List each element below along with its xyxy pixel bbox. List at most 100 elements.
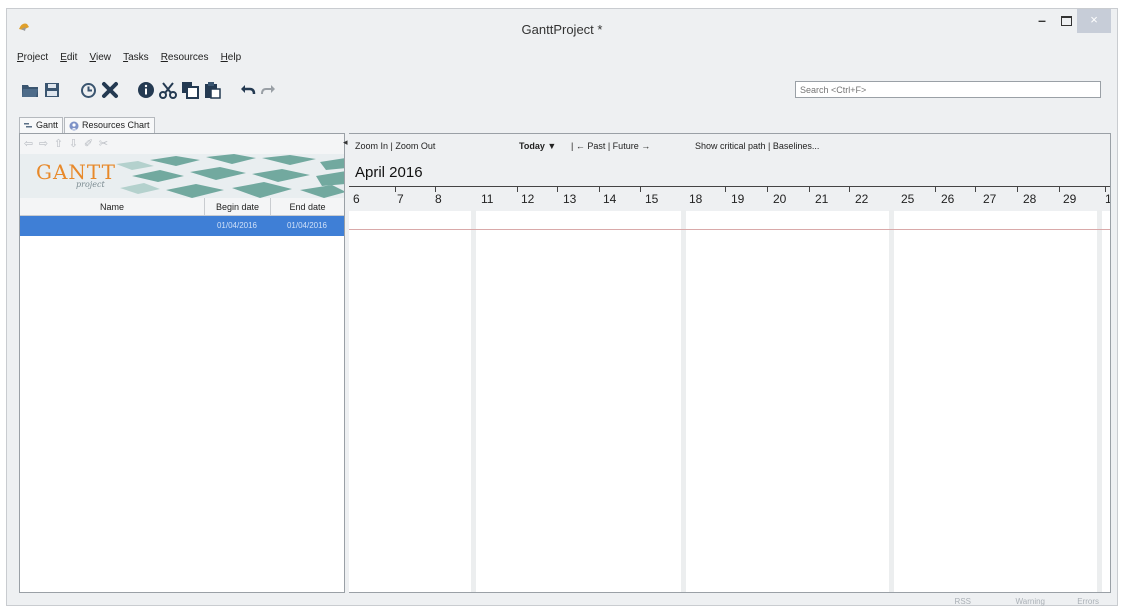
day-label: 8 bbox=[435, 192, 442, 206]
day-tick bbox=[640, 186, 641, 192]
unindent-icon[interactable]: ⇦ bbox=[22, 134, 35, 154]
day-tick bbox=[767, 186, 768, 192]
day-label: 26 bbox=[941, 192, 955, 206]
menu-project[interactable]: Project bbox=[17, 52, 48, 63]
title-bar: GanttProject * – × bbox=[7, 9, 1117, 45]
day-label: 28 bbox=[1023, 192, 1037, 206]
past-future-nav[interactable]: | ← Past | Future → bbox=[571, 141, 650, 151]
maximize-button[interactable] bbox=[1055, 9, 1077, 33]
day-tick bbox=[849, 186, 850, 192]
day-tick bbox=[935, 186, 936, 192]
zoom-controls[interactable]: Zoom In | Zoom Out bbox=[355, 141, 435, 151]
day-tick bbox=[557, 186, 558, 192]
weekend-column bbox=[1097, 210, 1102, 592]
status-warning[interactable]: Warning bbox=[1016, 597, 1046, 606]
info-icon bbox=[138, 82, 154, 98]
gantt-tab-icon bbox=[24, 122, 32, 128]
history-button[interactable] bbox=[77, 79, 99, 101]
main-toolbar bbox=[19, 79, 1109, 105]
month-label: April 2016 bbox=[355, 164, 423, 181]
day-tick bbox=[1017, 186, 1018, 192]
clock-icon bbox=[80, 82, 96, 98]
collapse-arrow-icon[interactable]: ◂ bbox=[343, 137, 348, 148]
save-button[interactable] bbox=[41, 79, 63, 101]
day-label: 11 bbox=[481, 192, 494, 206]
day-tick bbox=[395, 186, 396, 192]
weekend-column bbox=[471, 210, 476, 592]
move-up-icon[interactable]: ⇧ bbox=[52, 134, 65, 154]
delete-icon bbox=[102, 82, 118, 98]
task-row-band[interactable] bbox=[349, 210, 1110, 230]
task-tree-toolbar: ⇦ ⇨ ⇧ ⇩ ✐ ✂ bbox=[20, 134, 344, 154]
tab-gantt-label: Gantt bbox=[36, 120, 59, 130]
task-begin-cell[interactable]: 01/04/2016 bbox=[204, 216, 270, 236]
copy-button[interactable] bbox=[179, 79, 201, 101]
paste-button[interactable] bbox=[201, 79, 223, 101]
today-dropdown[interactable]: Today ▼ bbox=[519, 141, 556, 151]
task-end-cell[interactable]: 01/04/2016 bbox=[270, 216, 344, 236]
weekend-column bbox=[681, 210, 686, 592]
task-name-cell[interactable] bbox=[20, 216, 204, 236]
menu-view[interactable]: View bbox=[89, 52, 111, 63]
menu-resources[interactable]: Resources bbox=[161, 52, 209, 63]
unlink-icon[interactable]: ✂ bbox=[97, 134, 110, 154]
column-begin-date[interactable]: Begin date bbox=[204, 198, 270, 215]
day-label: 18 bbox=[689, 192, 703, 206]
redo-icon bbox=[261, 85, 275, 95]
delete-button[interactable] bbox=[99, 79, 121, 101]
menu-tasks[interactable]: Tasks bbox=[123, 52, 149, 63]
column-name[interactable]: Name bbox=[20, 198, 204, 215]
tab-resources-chart[interactable]: Resources Chart bbox=[64, 117, 155, 133]
move-down-icon[interactable]: ⇩ bbox=[67, 134, 80, 154]
timeline-day-row: 6 7 8 11 12 13 14 15 18 19 20 21 22 25 2… bbox=[349, 186, 1110, 211]
day-label: 6 bbox=[353, 192, 360, 206]
day-label: 13 bbox=[563, 192, 577, 206]
weekend-column bbox=[889, 210, 894, 592]
window-title: GanttProject * bbox=[521, 22, 603, 37]
view-tabs: Gantt Resources Chart bbox=[19, 117, 156, 133]
chart-grid[interactable] bbox=[349, 210, 1110, 592]
link-icon[interactable]: ✐ bbox=[82, 134, 95, 154]
open-icon bbox=[22, 85, 38, 97]
day-label: 22 bbox=[855, 192, 869, 206]
day-label: 12 bbox=[521, 192, 535, 206]
status-rss[interactable]: RSS bbox=[955, 597, 971, 606]
day-tick bbox=[809, 186, 810, 192]
day-label: 7 bbox=[397, 192, 404, 206]
close-button[interactable]: × bbox=[1077, 9, 1111, 33]
minimize-button[interactable]: – bbox=[1029, 9, 1055, 33]
day-label: 14 bbox=[603, 192, 617, 206]
properties-button[interactable] bbox=[135, 79, 157, 101]
open-button[interactable] bbox=[19, 79, 41, 101]
day-tick bbox=[599, 186, 600, 192]
gantt-chart-area[interactable]: Zoom In | Zoom Out Today ▼ | ← Past | Fu… bbox=[349, 133, 1111, 593]
undo-button[interactable] bbox=[237, 79, 259, 101]
gantt-logo: GANTT project bbox=[20, 154, 344, 198]
application-window: GanttProject * – × Project Edit View Tas… bbox=[6, 8, 1118, 606]
column-end-date[interactable]: End date bbox=[270, 198, 344, 215]
search-input[interactable] bbox=[795, 81, 1101, 98]
logo-subtitle: project bbox=[76, 180, 105, 189]
menu-help[interactable]: Help bbox=[221, 52, 242, 63]
status-errors[interactable]: Errors bbox=[1077, 597, 1099, 606]
copy-icon bbox=[182, 82, 199, 99]
paste-icon bbox=[205, 82, 221, 99]
critical-path-baselines[interactable]: Show critical path | Baselines... bbox=[695, 141, 819, 151]
maximize-icon bbox=[1060, 16, 1072, 26]
redo-button[interactable] bbox=[257, 79, 279, 101]
chart-toolbar: Zoom In | Zoom Out Today ▼ | ← Past | Fu… bbox=[349, 134, 1110, 158]
tab-gantt[interactable]: Gantt bbox=[19, 117, 64, 133]
status-bar: RSS Warning Errors bbox=[13, 597, 1111, 611]
cut-button[interactable] bbox=[157, 79, 179, 101]
menu-bar: Project Edit View Tasks Resources Help bbox=[17, 51, 250, 67]
day-tick bbox=[975, 186, 976, 192]
indent-icon[interactable]: ⇨ bbox=[37, 134, 50, 154]
day-label: 27 bbox=[983, 192, 997, 206]
menu-edit[interactable]: Edit bbox=[60, 52, 77, 63]
undo-icon bbox=[241, 85, 256, 95]
table-row[interactable]: 01/04/2016 01/04/2016 bbox=[20, 216, 344, 236]
day-label: 1 bbox=[1105, 192, 1110, 206]
day-tick bbox=[725, 186, 726, 192]
timeline-month-row: April 2016 bbox=[349, 158, 1110, 186]
save-icon bbox=[45, 83, 59, 97]
